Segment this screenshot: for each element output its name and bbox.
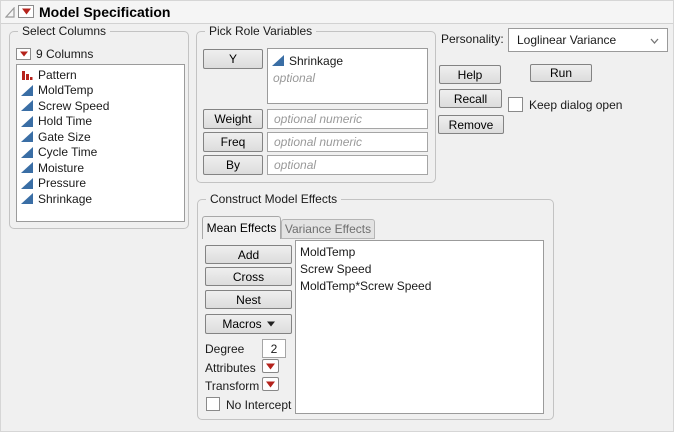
keep-dialog-open-checkbox[interactable] [508,97,523,112]
y-role-value[interactable]: Shrinkage [268,52,427,69]
help-button[interactable]: Help [439,65,501,84]
run-button[interactable]: Run [530,64,592,82]
keep-dialog-open-label: Keep dialog open [529,98,622,112]
model-specification-window: Model Specification Select Columns 9 Col… [0,0,674,432]
weight-role-field[interactable]: optional numeric [267,109,428,129]
page-title: Model Specification [39,4,170,20]
weight-role-button[interactable]: Weight [203,109,263,129]
personality-value: Loglinear Variance [517,33,616,47]
degree-input[interactable]: 2 [262,339,286,358]
degree-label: Degree [205,342,244,356]
y-role-field[interactable]: Shrinkage optional [267,48,428,104]
remove-button[interactable]: Remove [438,115,504,134]
continuous-icon [21,147,33,158]
list-item[interactable]: Gate Size [17,129,184,145]
cross-button[interactable]: Cross [205,267,292,286]
no-intercept-label: No Intercept [226,398,291,412]
title-bar: Model Specification [1,1,674,24]
attributes-red-triangle-button[interactable] [262,359,279,373]
model-effects-listbox[interactable]: MoldTemp Screw Speed MoldTemp*Screw Spee… [295,240,544,414]
continuous-icon [21,100,33,111]
columns-count-label: 9 Columns [36,47,93,61]
red-triangle-menu-button[interactable] [18,5,34,18]
list-item[interactable]: Screw Speed [17,98,184,114]
effect-item[interactable]: MoldTemp*Screw Speed [296,277,543,294]
histogram-icon [21,69,33,81]
recall-button[interactable]: Recall [439,89,502,108]
list-item[interactable]: Hold Time [17,114,184,130]
effect-item[interactable]: MoldTemp [296,243,543,260]
list-item[interactable]: Pressure [17,176,184,192]
by-role-field[interactable]: optional [267,155,428,175]
list-item[interactable]: Shrinkage [17,191,184,207]
continuous-icon [21,178,33,189]
list-item[interactable]: Moisture [17,160,184,176]
columns-listbox[interactable]: Pattern MoldTemp Screw Speed Hold Time G… [16,64,185,222]
dropdown-arrow-icon [267,321,275,327]
by-role-button[interactable]: By [203,155,263,175]
construct-model-effects-label: Construct Model Effects [206,192,341,206]
select-columns-group: Select Columns 9 Columns Pattern MoldTem… [9,31,189,229]
y-role-button[interactable]: Y [203,49,263,69]
macros-button[interactable]: Macros [205,314,292,334]
personality-dropdown[interactable]: Loglinear Variance [508,28,668,52]
list-item[interactable]: Pattern [17,67,184,83]
continuous-icon [272,55,284,66]
tab-mean-effects[interactable]: Mean Effects [202,216,281,239]
freq-role-placeholder: optional numeric [274,135,362,149]
freq-role-button[interactable]: Freq [203,132,263,152]
select-columns-label: Select Columns [18,24,110,38]
list-item[interactable]: MoldTemp [17,83,184,99]
tab-variance-effects[interactable]: Variance Effects [281,219,375,239]
list-item[interactable]: Cycle Time [17,145,184,161]
nest-button[interactable]: Nest [205,290,292,309]
columns-red-triangle-button[interactable] [16,48,31,60]
no-intercept-checkbox[interactable] [206,397,220,411]
transform-label: Transform [205,379,259,393]
continuous-icon [21,85,33,96]
effect-item[interactable]: Screw Speed [296,260,543,277]
transform-red-triangle-button[interactable] [262,377,279,391]
weight-role-placeholder: optional numeric [274,112,362,126]
attributes-label: Attributes [205,361,256,375]
pick-role-variables-group: Pick Role Variables Y Shrinkage optional… [196,31,436,183]
freq-role-field[interactable]: optional numeric [267,132,428,152]
continuous-icon [21,193,33,204]
collapse-triangle-icon[interactable] [5,7,16,21]
y-role-placeholder: optional [268,71,427,85]
continuous-icon [21,162,33,173]
personality-label: Personality: [441,32,504,46]
continuous-icon [21,131,33,142]
add-button[interactable]: Add [205,245,292,264]
construct-model-effects-group: Construct Model Effects Mean Effects Var… [197,199,554,420]
pick-role-variables-label: Pick Role Variables [205,24,316,38]
by-role-placeholder: optional [274,158,316,172]
continuous-icon [21,116,33,127]
chevron-down-icon [650,33,659,47]
